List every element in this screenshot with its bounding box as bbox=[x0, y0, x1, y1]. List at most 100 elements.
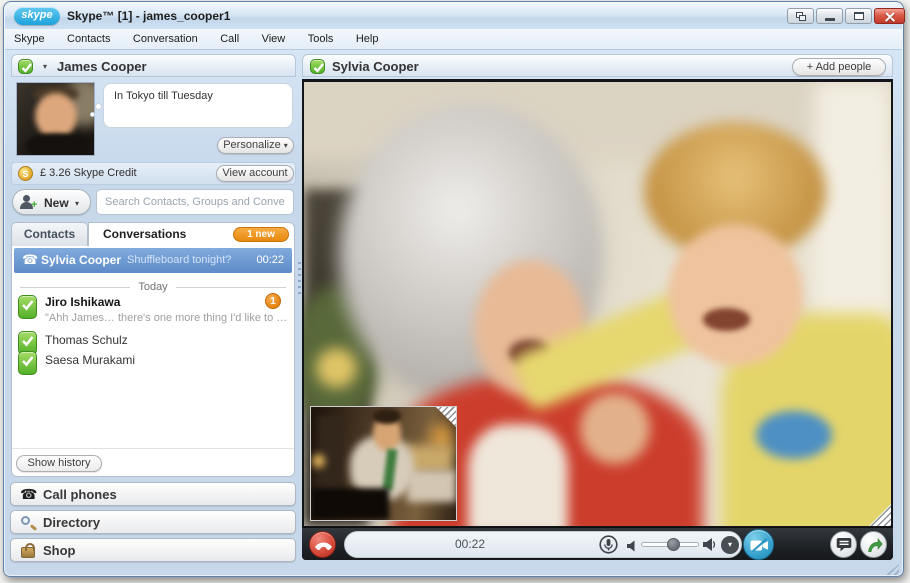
list-item-name[interactable]: Saesa Murakami bbox=[45, 353, 135, 367]
tab-conversations[interactable]: Conversations 1 new bbox=[88, 222, 295, 246]
boy-shirt-graphic bbox=[756, 411, 832, 460]
close-button[interactable] bbox=[874, 8, 905, 24]
list-item-preview[interactable]: "Ahh James… there's one more thing I'd l… bbox=[45, 312, 289, 324]
show-history-button[interactable]: Show history bbox=[16, 455, 102, 472]
tab-conversations-label: Conversations bbox=[103, 227, 186, 241]
audio-options-button[interactable]: ▾ bbox=[721, 536, 739, 554]
list-item-name[interactable]: Thomas Schulz bbox=[45, 333, 128, 347]
unread-badge: 1 bbox=[265, 293, 281, 309]
self-avatar[interactable] bbox=[16, 82, 95, 156]
active-call-row[interactable]: ☎ Sylvia Cooper Shuffleboard tonight? 00… bbox=[14, 248, 292, 273]
new-button-label: New bbox=[44, 196, 69, 210]
self-video-pip[interactable] bbox=[310, 406, 457, 521]
hangup-phone-icon bbox=[314, 540, 333, 551]
pip-scene-desk bbox=[311, 488, 389, 520]
menu-contacts[interactable]: Contacts bbox=[58, 29, 119, 50]
active-call-topic: Shuffleboard tonight? bbox=[127, 254, 231, 266]
date-divider: Today bbox=[12, 280, 294, 294]
status-caret-icon[interactable]: ▾ bbox=[43, 62, 47, 71]
call-control-bar: 00:22 ▾ bbox=[302, 527, 893, 560]
menu-tools[interactable]: Tools bbox=[299, 29, 343, 50]
self-status-icon[interactable] bbox=[18, 59, 33, 74]
minimize-icon bbox=[825, 18, 835, 21]
plus-icon: + bbox=[31, 199, 37, 211]
list-item-name[interactable]: Jiro Ishikawa bbox=[45, 295, 120, 309]
video-scene-wall bbox=[815, 82, 891, 340]
boy-smile bbox=[703, 308, 750, 330]
active-call-name: Sylvia Cooper bbox=[41, 253, 121, 267]
section-label: Call phones bbox=[43, 487, 117, 502]
self-profile-header[interactable]: ▾ James Cooper bbox=[11, 54, 296, 77]
grandmother-hand bbox=[580, 393, 650, 464]
chat-button[interactable] bbox=[830, 531, 857, 558]
personalize-caret-icon: ▾ bbox=[284, 141, 288, 150]
compact-view-icon-2 bbox=[799, 15, 806, 21]
personalize-label: Personalize bbox=[223, 139, 280, 151]
title-bar[interactable]: skype Skype™ [1] - james_cooper1 bbox=[5, 3, 902, 29]
video-scene-lamp bbox=[316, 348, 357, 388]
volume-down-icon[interactable] bbox=[626, 539, 636, 557]
skype-logo-icon: skype bbox=[14, 7, 60, 25]
add-people-button[interactable]: + Add people bbox=[792, 58, 886, 76]
volume-slider-thumb[interactable] bbox=[667, 538, 680, 551]
conversation-header: Sylvia Cooper + Add people bbox=[302, 54, 893, 77]
microphone-mute-icon[interactable] bbox=[599, 535, 618, 554]
camera-off-icon bbox=[750, 538, 769, 553]
volume-up-icon[interactable] bbox=[702, 537, 716, 557]
maximize-button[interactable] bbox=[845, 8, 872, 24]
active-call-duration: 00:22 bbox=[256, 254, 284, 266]
contact-status-icon bbox=[18, 351, 37, 375]
chat-bubble-icon bbox=[836, 537, 853, 554]
divider-line-2 bbox=[176, 287, 286, 288]
skype-credit-coin-icon: S bbox=[18, 166, 33, 181]
menu-view[interactable]: View bbox=[253, 29, 295, 50]
peer-status-icon bbox=[310, 59, 325, 74]
section-label: Directory bbox=[43, 515, 100, 530]
new-button[interactable]: + New ▾ bbox=[12, 189, 91, 215]
mood-message-text: In Tokyo till Tuesday bbox=[114, 90, 213, 102]
chevron-down-icon: ▾ bbox=[728, 540, 732, 549]
credit-bar: S £ 3.26 Skype Credit View account bbox=[11, 162, 296, 185]
compact-view-button[interactable] bbox=[787, 8, 814, 24]
pip-scene-bed bbox=[407, 470, 456, 502]
menu-help[interactable]: Help bbox=[347, 29, 388, 50]
new-caret-icon: ▾ bbox=[75, 199, 79, 208]
section-shop[interactable]: Shop bbox=[10, 538, 296, 562]
section-label: Shop bbox=[43, 543, 76, 558]
window-title: Skype™ [1] - james_cooper1 bbox=[67, 9, 230, 23]
avatar-photo-shirt bbox=[25, 133, 87, 156]
view-account-button[interactable]: View account bbox=[216, 165, 294, 182]
tab-contacts[interactable]: Contacts bbox=[11, 222, 88, 246]
shopping-bag-icon bbox=[21, 547, 35, 558]
pane-divider-grip[interactable] bbox=[298, 262, 301, 296]
add-contact-icon bbox=[23, 195, 30, 202]
mood-message-bubble[interactable]: In Tokyo till Tuesday bbox=[103, 83, 293, 128]
conversation-list: ☎ Sylvia Cooper Shuffleboard tonight? 00… bbox=[11, 246, 295, 477]
call-status-pill: 00:22 ▾ bbox=[344, 531, 742, 558]
end-call-button[interactable] bbox=[309, 531, 336, 558]
search-input[interactable] bbox=[96, 189, 294, 215]
share-button[interactable] bbox=[860, 531, 887, 558]
personalize-button[interactable]: Personalize ▾ bbox=[217, 137, 294, 154]
video-call-area: 00:22 ▾ bbox=[302, 79, 893, 560]
minimize-button[interactable] bbox=[816, 8, 843, 24]
section-call-phones[interactable]: ☎ Call phones bbox=[10, 482, 296, 506]
search-icon bbox=[21, 516, 30, 525]
contact-status-icon bbox=[18, 295, 37, 319]
menu-call[interactable]: Call bbox=[211, 29, 248, 50]
maximize-icon bbox=[854, 12, 864, 20]
menu-skype[interactable]: Skype bbox=[5, 29, 54, 50]
menu-conversation[interactable]: Conversation bbox=[124, 29, 207, 50]
mood-bubble-tail bbox=[95, 103, 102, 110]
call-phone-icon: ☎ bbox=[22, 252, 38, 268]
section-directory[interactable]: Directory bbox=[10, 510, 296, 534]
divider-line bbox=[20, 287, 130, 288]
call-duration: 00:22 bbox=[345, 532, 595, 557]
self-name: James Cooper bbox=[57, 59, 147, 74]
list-footer-divider bbox=[12, 448, 294, 449]
video-toggle-button[interactable] bbox=[743, 529, 774, 560]
screen: skype Skype™ [1] - james_cooper1 Skype C… bbox=[0, 0, 910, 583]
pip-james-hair bbox=[373, 409, 401, 424]
date-divider-label: Today bbox=[138, 281, 167, 293]
menu-bar: Skype Contacts Conversation Call View To… bbox=[5, 29, 902, 50]
